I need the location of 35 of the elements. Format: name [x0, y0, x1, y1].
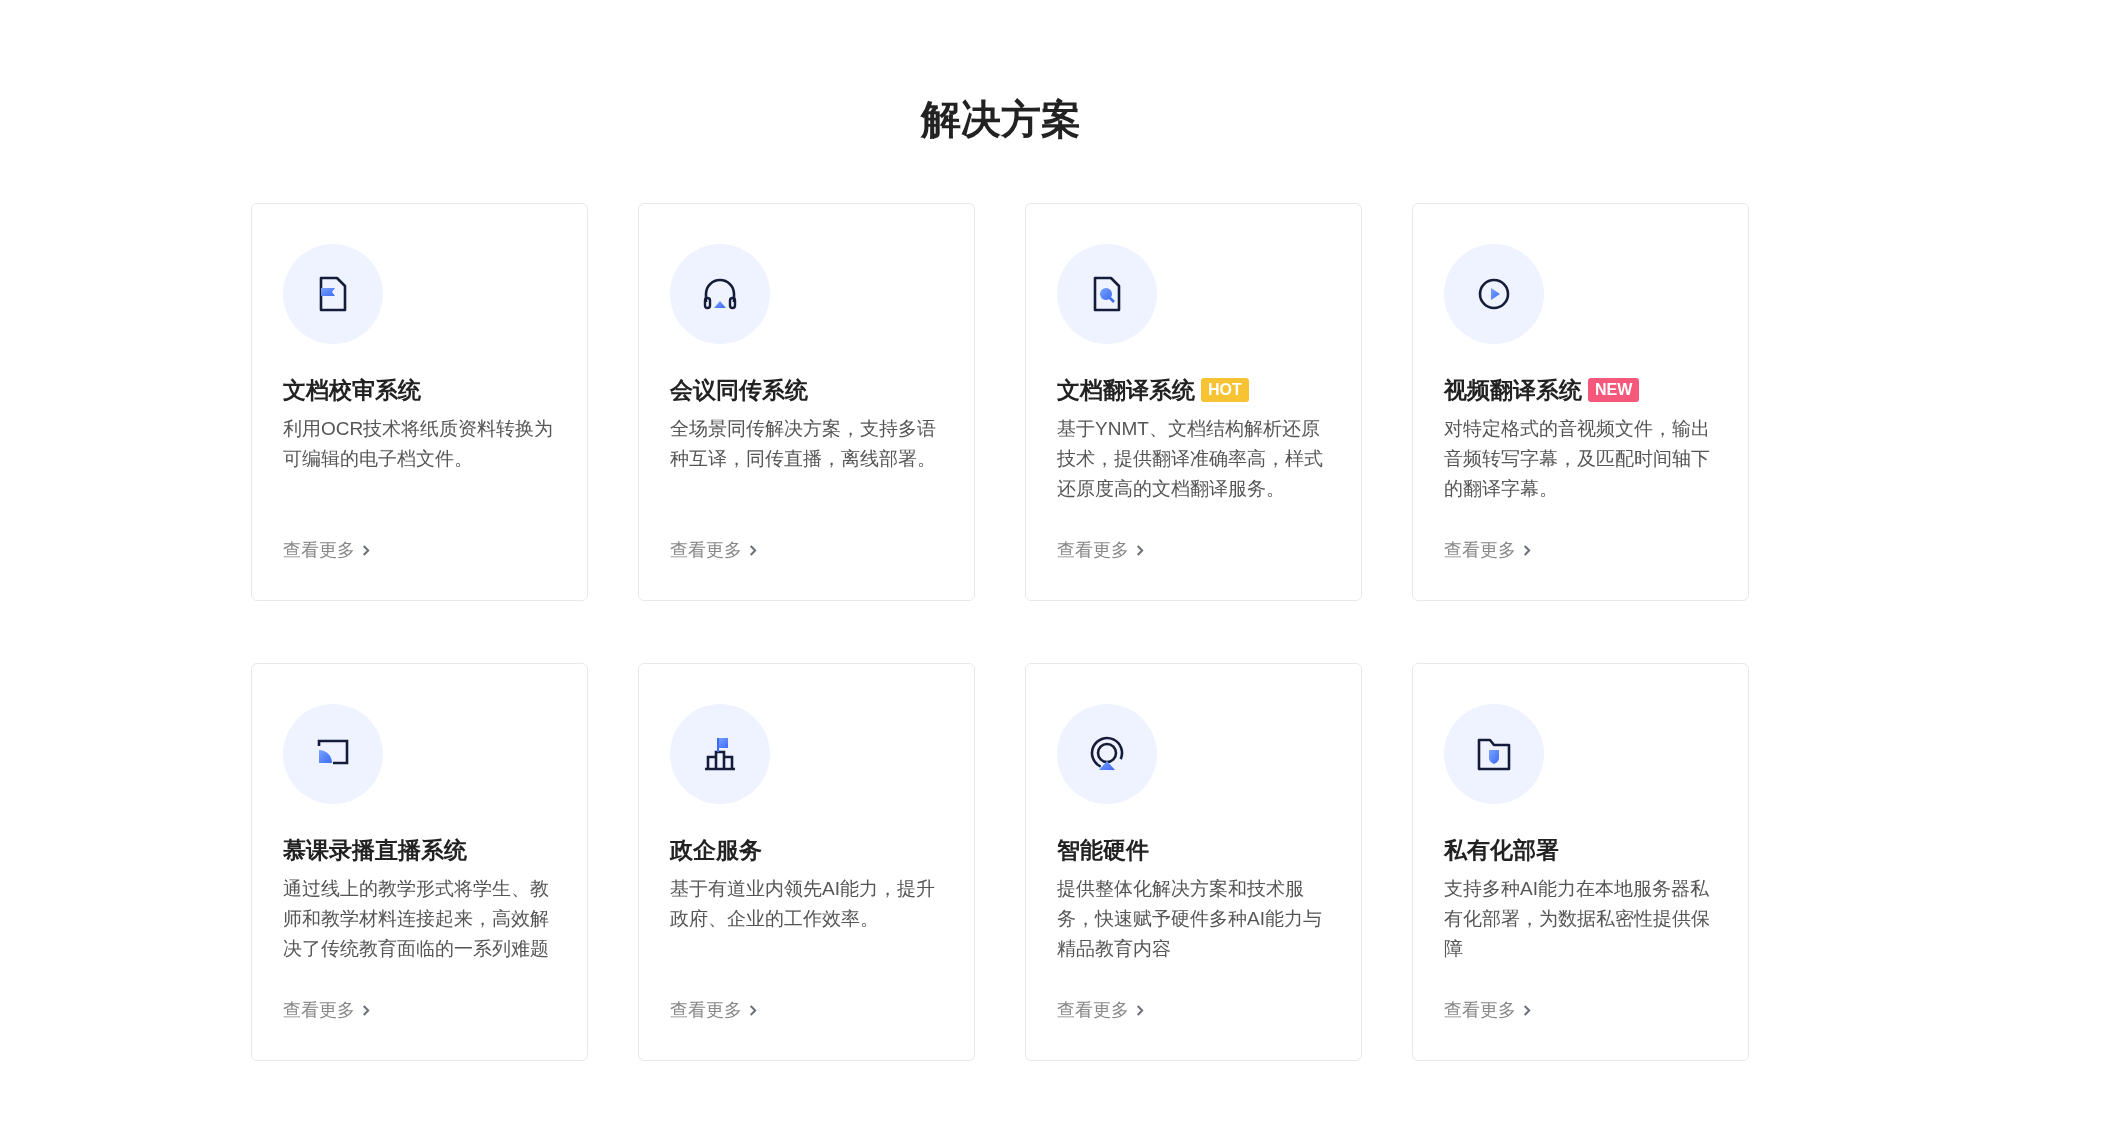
see-more-link[interactable]: 查看更多 — [670, 538, 757, 562]
card-description: 通过线上的教学形式将学生、教师和教学材料连接起来，高效解决了传统教育面临的一系列难题 — [283, 877, 550, 961]
card-description: 基于有道业内领先AI能力，提升政府、企业的工作效率。 — [670, 877, 936, 931]
see-more-link[interactable]: 查看更多 — [283, 538, 370, 562]
section-title: 解决方案 — [919, 96, 1082, 143]
chevron-right-icon — [1522, 1003, 1531, 1017]
see-more-link[interactable]: 查看更多 — [1057, 998, 1144, 1022]
status-tag: HOT — [1201, 378, 1249, 402]
card-description: 基于YNMT、文档结构解析还原技术，提供翻译准确率高，样式还原度高的文档翻译服务。 — [1057, 417, 1324, 501]
see-more-link[interactable]: 查看更多 — [283, 998, 370, 1022]
card-title: 文档校审系统 — [283, 376, 421, 405]
see-more-link[interactable]: 查看更多 — [670, 998, 757, 1022]
card-description: 利用OCR技术将纸质资料转换为可编辑的电子档文件。 — [283, 417, 555, 471]
card-description: 对特定格式的音视频文件，输出音频转写字幕，及匹配时间轴下的翻译字幕。 — [1444, 417, 1711, 501]
see-more-link[interactable]: 查看更多 — [1444, 538, 1531, 562]
card-title: 政企服务 — [670, 836, 762, 865]
card-description: 全场景同传解决方案，支持多语种互译，同传直播，离线部署。 — [670, 417, 937, 471]
card-title: 视频翻译系统 — [1444, 376, 1582, 405]
status-tag: NEW — [1588, 378, 1640, 402]
see-more-link[interactable]: 查看更多 — [1444, 998, 1531, 1022]
card-description: 支持多种AI能力在本地服务器私有化部署，为数据私密性提供保障 — [1444, 877, 1711, 961]
chevron-right-icon — [361, 543, 370, 557]
chevron-right-icon — [1522, 543, 1531, 557]
chevron-right-icon — [748, 1003, 757, 1017]
chevron-right-icon — [748, 543, 757, 557]
card-title: 智能硬件 — [1057, 836, 1149, 865]
card-title: 会议同传系统 — [670, 376, 808, 405]
card-title: 慕课录播直播系统 — [283, 836, 467, 865]
chevron-right-icon — [1135, 543, 1144, 557]
see-more-link[interactable]: 查看更多 — [1057, 538, 1144, 562]
chevron-right-icon — [361, 1003, 370, 1017]
card-title: 私有化部署 — [1444, 836, 1559, 865]
card-title: 文档翻译系统 — [1057, 376, 1195, 405]
chevron-right-icon — [1135, 1003, 1144, 1017]
card-description: 提供整体化解决方案和技术服务，快速赋予硬件多种AI能力与精品教育内容 — [1057, 877, 1323, 961]
